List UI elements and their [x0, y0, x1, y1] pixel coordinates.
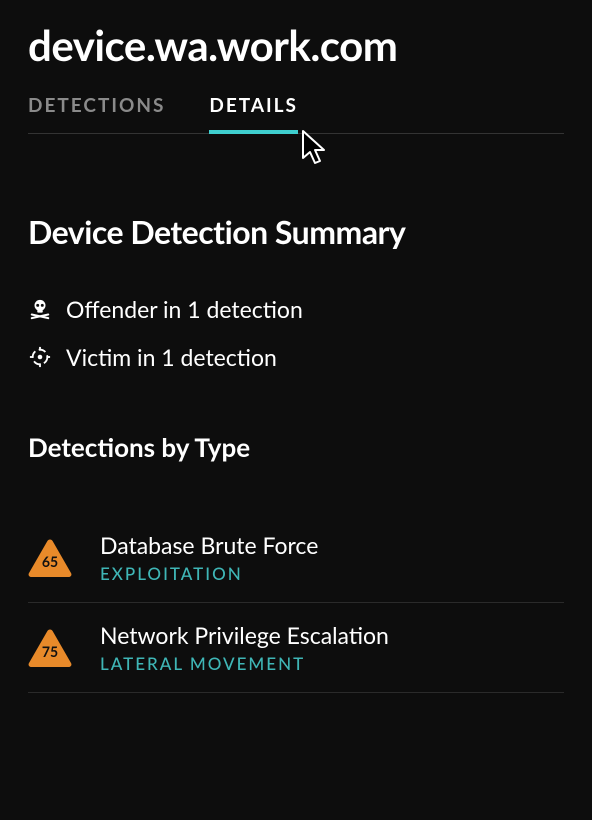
summary-heading: Device Detection Summary: [28, 212, 564, 251]
victim-stat-label: Victim in 1 detection: [66, 343, 277, 371]
detection-row[interactable]: 65 Database Brute Force EXPLOITATION: [28, 513, 564, 603]
offender-stat-row: Offender in 1 detection: [28, 295, 564, 323]
risk-score-badge: 75: [28, 629, 72, 667]
risk-score-value: 65: [28, 539, 72, 577]
tab-details[interactable]: DETAILS: [209, 94, 298, 133]
tab-detections[interactable]: DETECTIONS: [28, 94, 165, 133]
victim-stat-row: Victim in 1 detection: [28, 343, 564, 371]
detections-by-type-heading: Detections by Type: [28, 431, 564, 463]
tab-bar: DETECTIONS DETAILS: [28, 94, 564, 134]
skull-crossbones-icon: [28, 297, 52, 321]
detection-name: Database Brute Force: [100, 531, 318, 559]
detections-by-type-section: Detections by Type 65 Database Brute For…: [28, 431, 564, 693]
risk-score-value: 75: [28, 629, 72, 667]
crosshair-icon: [28, 345, 52, 369]
summary-stats: Offender in 1 detection Victim in 1 dete…: [28, 295, 564, 371]
detection-category: EXPLOITATION: [100, 563, 318, 584]
offender-stat-label: Offender in 1 detection: [66, 295, 303, 323]
summary-section: Device Detection Summary Offender in 1 d…: [28, 212, 564, 371]
detection-list: 65 Database Brute Force EXPLOITATION 75 …: [28, 513, 564, 693]
detection-row[interactable]: 75 Network Privilege Escalation LATERAL …: [28, 603, 564, 693]
detection-text: Database Brute Force EXPLOITATION: [100, 531, 318, 584]
detection-name: Network Privilege Escalation: [100, 621, 389, 649]
risk-score-badge: 65: [28, 539, 72, 577]
page-title: device.wa.work.com: [28, 20, 564, 70]
detection-text: Network Privilege Escalation LATERAL MOV…: [100, 621, 389, 674]
detection-category: LATERAL MOVEMENT: [100, 653, 389, 674]
